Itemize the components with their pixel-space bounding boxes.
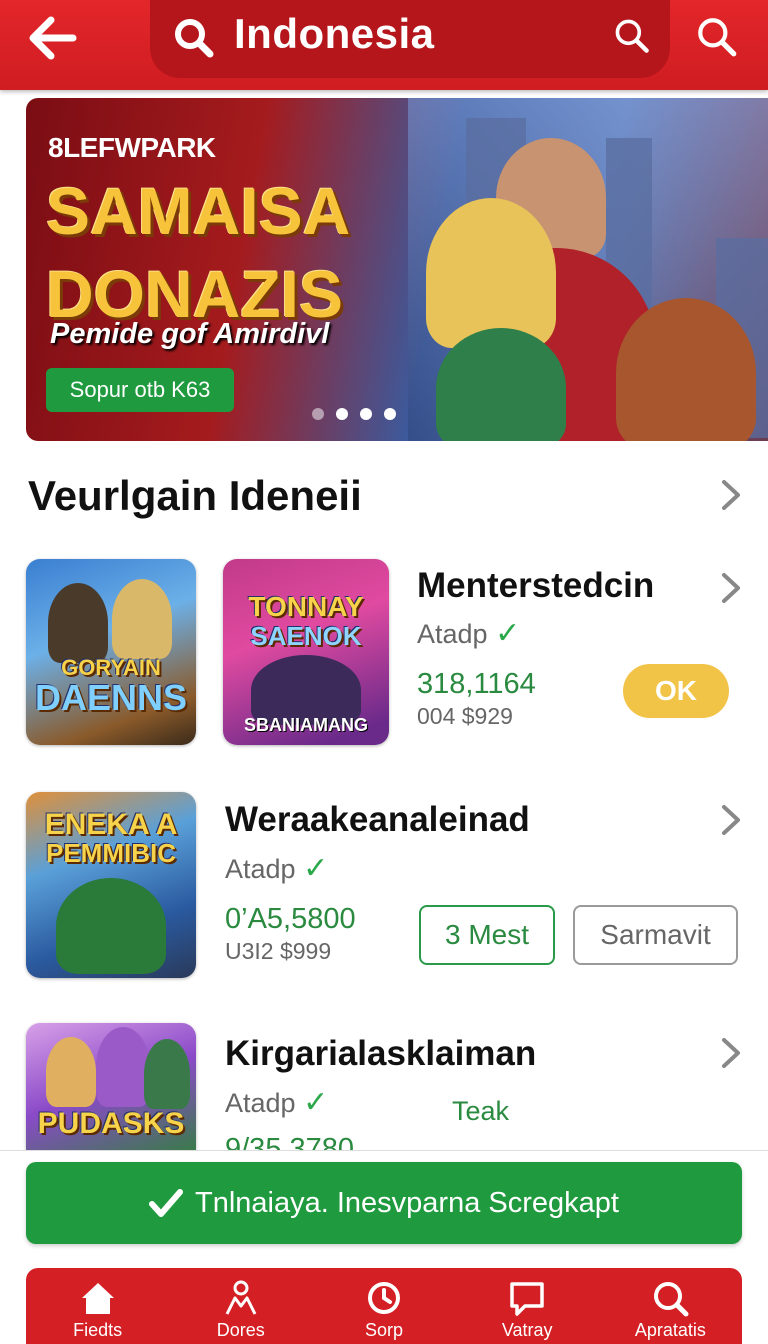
game-thumbnail[interactable]: PUDASKS bbox=[26, 1023, 196, 1150]
search-icon bbox=[654, 1282, 689, 1317]
ok-button[interactable]: OK bbox=[623, 664, 729, 718]
thumb-label: DAENNS bbox=[34, 677, 187, 718]
thumb-figure bbox=[112, 579, 172, 659]
tab-label: Dores bbox=[216, 1320, 265, 1340]
item-subtitle-text: Atadp bbox=[225, 1088, 296, 1118]
chevron-right-icon[interactable] bbox=[716, 803, 744, 837]
hero-figure bbox=[436, 328, 566, 441]
primary-action-button[interactable]: 3 Mest bbox=[419, 905, 555, 965]
primary-cta-label: Tnlnaiaya. Inesvparna Scregkapt bbox=[195, 1186, 619, 1219]
game-thumbnail[interactable]: GORYAIN DAENNS bbox=[26, 559, 196, 745]
tab-home[interactable]: Fiedts bbox=[26, 1268, 169, 1344]
tab-vatray[interactable]: Vatray bbox=[456, 1268, 599, 1344]
item-meta: 004 $929 bbox=[417, 703, 513, 729]
carousel-dot[interactable] bbox=[312, 408, 324, 420]
search-icon[interactable] bbox=[612, 16, 652, 56]
verified-check-icon: ✓ bbox=[303, 852, 329, 885]
item-title: Weraakeanaleinad bbox=[225, 800, 530, 839]
tab-dores[interactable]: Dores bbox=[169, 1268, 312, 1344]
chevron-right-icon[interactable] bbox=[716, 1036, 744, 1070]
item-subtitle: Atadp ✓ bbox=[225, 851, 328, 886]
thumb-label: SBANIAMANG bbox=[244, 715, 368, 735]
tab-label: Vatray bbox=[501, 1320, 553, 1340]
section-title: Veurlgain Ideneii bbox=[28, 472, 362, 519]
carousel-dot[interactable] bbox=[336, 408, 348, 420]
thumb-label: TONNAY bbox=[248, 591, 364, 622]
search-bar[interactable]: Indonesia bbox=[150, 0, 670, 78]
item-price: 318,1164 bbox=[417, 668, 536, 700]
hero-figure bbox=[616, 298, 756, 441]
item-title: Menterstedcin bbox=[417, 566, 655, 605]
item-title: Kirgarialasklaiman bbox=[225, 1034, 537, 1073]
search-icon[interactable] bbox=[694, 14, 740, 60]
banner-headline: SAMAISA DONAZIS bbox=[46, 170, 350, 335]
item-price: 9/35 3780 bbox=[225, 1133, 355, 1150]
refresh-icon bbox=[368, 1282, 400, 1314]
chevron-right-icon[interactable] bbox=[716, 571, 744, 605]
thumb-figure bbox=[144, 1039, 190, 1109]
chat-icon bbox=[510, 1282, 544, 1316]
people-icon bbox=[225, 1280, 257, 1315]
banner-cta-button[interactable]: Sopur otb K63 bbox=[46, 368, 234, 412]
item-meta: U3I2 $999 bbox=[225, 938, 332, 964]
promo-banner[interactable]: 8LEFWPARK SAMAISA DONAZIS Pemide gof Ami… bbox=[26, 98, 768, 441]
home-icon bbox=[81, 1283, 114, 1314]
tab-label: Sorp bbox=[364, 1320, 404, 1340]
banner-headline-line: SAMAISA bbox=[46, 174, 351, 248]
thumb-figure bbox=[56, 878, 166, 974]
item-tag: Teak bbox=[452, 1096, 510, 1126]
thumb-label: PUDASKS bbox=[37, 1107, 185, 1140]
thumb-figure bbox=[46, 1037, 96, 1107]
hero-figure bbox=[426, 198, 556, 348]
check-icon bbox=[149, 1189, 183, 1217]
search-icon bbox=[175, 19, 214, 58]
thumb-figure bbox=[96, 1027, 150, 1107]
item-subtitle: Atadp ✓ bbox=[225, 1085, 328, 1120]
carousel-dots bbox=[312, 408, 396, 420]
thumb-figure bbox=[48, 583, 108, 663]
thumb-label: ENEKA A bbox=[44, 808, 178, 841]
tab-label: Fiedts bbox=[73, 1320, 123, 1340]
item-subtitle-text: Atadp bbox=[417, 619, 488, 649]
game-thumbnail[interactable]: TONNAY SAENOK SBANIAMANG bbox=[223, 559, 389, 745]
tab-label: Apratatis bbox=[634, 1320, 706, 1340]
tab-sorp[interactable]: Sorp bbox=[312, 1268, 455, 1344]
item-price: 0’A5,5800 bbox=[225, 903, 356, 935]
item-subtitle: Atadp ✓ bbox=[417, 616, 520, 651]
carousel-dot[interactable] bbox=[360, 408, 372, 420]
chevron-right-icon[interactable] bbox=[716, 478, 744, 512]
item-subtitle-text: Atadp bbox=[225, 854, 296, 884]
banner-subline: Pemide gof Amirdivl bbox=[50, 318, 330, 350]
verified-check-icon: ✓ bbox=[495, 617, 521, 650]
arrow-left-icon bbox=[29, 16, 77, 60]
verified-check-icon: ✓ bbox=[303, 1086, 329, 1119]
app-header: Indonesia bbox=[0, 0, 768, 90]
primary-cta-button[interactable]: Tnlnaiaya. Inesvparna Scregkapt bbox=[26, 1162, 742, 1244]
game-thumbnail[interactable]: ENEKA A PEMMIBIC bbox=[26, 792, 196, 978]
page-title: Indonesia bbox=[234, 10, 435, 57]
banner-brand: 8LEFWPARK bbox=[48, 132, 216, 163]
back-button[interactable] bbox=[22, 10, 82, 66]
tab-apratatis[interactable]: Apratatis bbox=[599, 1268, 742, 1344]
thumb-label: PEMMIBIC bbox=[46, 838, 176, 868]
secondary-action-button[interactable]: Sarmavit bbox=[573, 905, 738, 965]
bottom-tab-bar: Fiedts Dores Sorp Vatray Apratatis bbox=[26, 1268, 742, 1344]
thumb-label: SAENOK bbox=[250, 621, 362, 651]
carousel-dot[interactable] bbox=[384, 408, 396, 420]
